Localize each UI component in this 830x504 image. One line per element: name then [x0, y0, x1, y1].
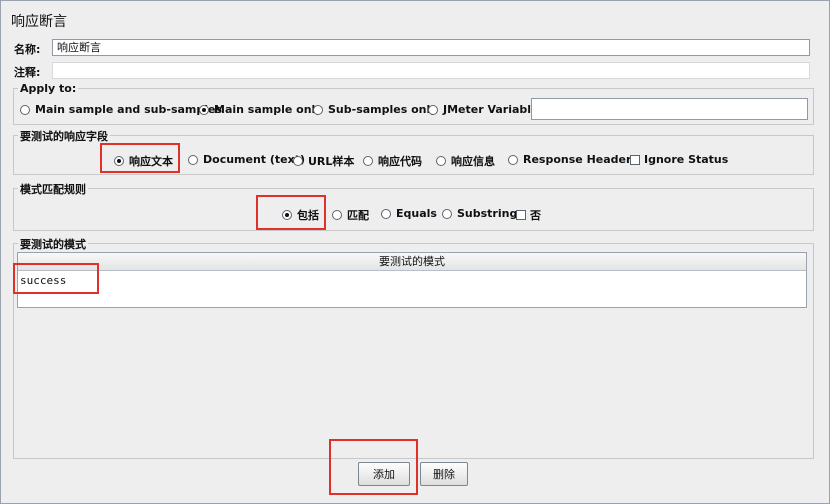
- ignore-status-checkbox[interactable]: Ignore Status: [630, 153, 728, 166]
- pattern-rules-title: 模式匹配规则: [18, 181, 88, 197]
- highlight-box: [256, 195, 326, 230]
- response-field-title: 要测试的响应字段: [18, 128, 110, 144]
- checkbox-icon: [630, 154, 640, 165]
- table-column-header: 要测试的模式: [18, 253, 806, 271]
- patterns-title: 要测试的模式: [18, 236, 88, 252]
- radio-selected-icon: [199, 104, 209, 115]
- radio-icon: [293, 156, 303, 166]
- option-label: 响应信息: [451, 155, 495, 168]
- option-label: 匹配: [347, 209, 369, 222]
- substring-radio[interactable]: Substring: [442, 207, 517, 220]
- assertion-panel: 响应断言 名称: 响应断言 注释: Apply to: Main sample …: [0, 0, 830, 504]
- option-label: Response Headers: [523, 153, 638, 166]
- option-label: URL样本: [308, 155, 355, 168]
- equals-radio[interactable]: Equals: [381, 207, 437, 220]
- radio-icon: [332, 210, 342, 220]
- radio-icon: [313, 104, 323, 115]
- checkbox-label: 否: [530, 209, 541, 222]
- option-label: 响应代码: [378, 155, 422, 168]
- apply-main-and-sub-radio[interactable]: Main sample and sub-samples: [20, 103, 222, 116]
- highlight-box: [100, 143, 180, 173]
- apply-to-title: Apply to:: [18, 82, 79, 95]
- option-label: Equals: [396, 207, 437, 220]
- comment-label: 注释:: [14, 66, 41, 79]
- delete-button[interactable]: 删除: [420, 462, 468, 486]
- comment-input[interactable]: [52, 62, 810, 79]
- table-row[interactable]: success: [18, 271, 806, 290]
- apply-sub-only-radio[interactable]: Sub-samples only: [313, 103, 437, 116]
- option-label: Main sample and sub-samples: [35, 103, 223, 116]
- response-message-radio[interactable]: 响应信息: [436, 153, 495, 169]
- url-sample-radio[interactable]: URL样本: [293, 153, 354, 169]
- radio-icon: [363, 156, 373, 166]
- highlight-box: [329, 439, 418, 495]
- radio-icon: [20, 104, 30, 115]
- response-headers-radio[interactable]: Response Headers: [508, 153, 638, 166]
- checkbox-label: Ignore Status: [644, 153, 729, 166]
- not-checkbox[interactable]: 否: [516, 207, 541, 223]
- option-label: Main sample only: [214, 103, 323, 116]
- option-label: Sub-samples only: [328, 103, 438, 116]
- radio-icon: [381, 208, 391, 219]
- jmeter-variable-input[interactable]: [531, 98, 808, 120]
- matches-radio[interactable]: 匹配: [332, 207, 369, 223]
- page-title: 响应断言: [11, 14, 67, 30]
- option-label: JMeter Variable: [443, 103, 539, 116]
- option-label: Substring: [457, 207, 518, 220]
- patterns-table: 要测试的模式 success: [17, 252, 807, 308]
- document-text-radio[interactable]: Document (text): [188, 153, 305, 166]
- response-code-radio[interactable]: 响应代码: [363, 153, 422, 169]
- radio-icon: [442, 208, 452, 219]
- option-label: Document (text): [203, 153, 306, 166]
- radio-icon: [428, 104, 438, 115]
- apply-main-only-radio[interactable]: Main sample only: [199, 103, 323, 116]
- highlight-box: [13, 263, 99, 294]
- radio-icon: [188, 154, 198, 165]
- radio-icon: [436, 156, 446, 166]
- radio-icon: [508, 154, 518, 165]
- apply-jmeter-variable-radio[interactable]: JMeter Variable: [428, 103, 539, 116]
- name-label: 名称:: [14, 43, 41, 56]
- checkbox-icon: [516, 210, 526, 220]
- name-input[interactable]: 响应断言: [52, 39, 810, 56]
